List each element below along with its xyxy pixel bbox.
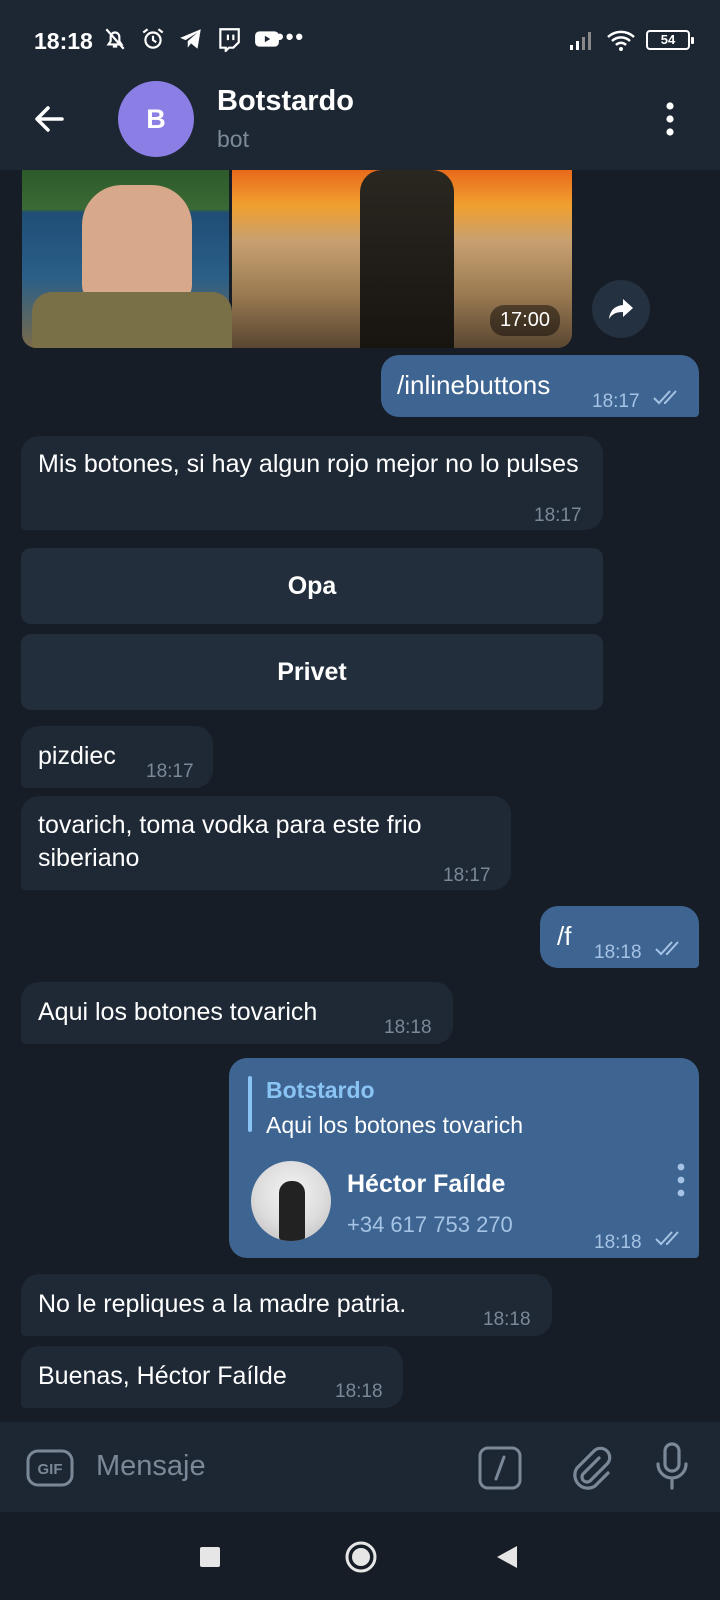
outgoing-message[interactable]: /f 18:18 [540,906,699,968]
incoming-message[interactable]: No le repliques a la madre patria. 18:18 [21,1274,552,1336]
inline-button-opa[interactable]: Opa [21,548,603,624]
photo-figure [82,185,192,305]
message-time: 18:17 [534,505,582,526]
reply-quote-text[interactable]: Aqui los botones tovarich [266,1109,523,1142]
message-time: 18:17 [443,865,491,886]
chat-title[interactable]: Botstardo [217,85,354,118]
message-time: 18:18 [384,1017,432,1038]
outgoing-contact-message[interactable]: Botstardo Aqui los botones tovarich Héct… [229,1058,699,1258]
message-time: 17:00 [489,305,560,336]
photo-figure [360,170,454,348]
recents-button[interactable] [200,1547,220,1567]
reply-sender-name[interactable]: Botstardo [266,1074,375,1107]
message-input-bar: GIF Mensaje [0,1422,720,1512]
contact-avatar[interactable] [251,1161,331,1241]
share-arrow-icon [609,299,633,319]
outgoing-message[interactable]: /inlinebuttons 18:17 [381,355,699,417]
message-input[interactable]: Mensaje [96,1450,206,1483]
back-arrow-icon[interactable] [32,102,66,136]
photo-figure-lower [32,292,232,348]
gif-icon[interactable]: GIF [26,1449,74,1487]
contact-name[interactable]: Héctor Faílde [347,1168,505,1201]
status-time: 18:18 [34,28,93,54]
message-text: /f [557,921,572,951]
chat-avatar[interactable]: B [118,81,194,157]
notification-icons [102,26,280,52]
double-check-icon [655,1231,679,1246]
share-button[interactable] [592,280,650,338]
bot-commands-icon[interactable] [478,1446,522,1490]
paperclip-icon[interactable] [567,1444,613,1490]
contact-photo-figure [279,1181,305,1241]
microphone-icon[interactable] [654,1442,690,1490]
message-time: 18:18 [335,1381,383,1402]
incoming-message[interactable]: pizdiec 18:17 [21,726,213,788]
more-vertical-icon[interactable] [666,102,674,136]
home-button[interactable] [344,1540,378,1574]
photo-album-message[interactable]: 17:00 [22,170,572,348]
system-nav-bar [0,1512,720,1600]
photo-thumbnail[interactable]: 17:00 [232,170,572,348]
message-time: 18:17 [592,391,640,412]
alarm-icon [142,28,164,49]
telegram-icon [180,29,201,49]
twitch-icon [219,28,240,52]
message-time: 18:18 [594,942,642,963]
message-text: /inlinebuttons [397,370,551,400]
contact-phone[interactable]: +34 617 753 270 [347,1208,513,1241]
message-text: Buenas, Héctor Faílde [38,1362,287,1390]
incoming-message[interactable]: Aqui los botones tovarich 18:18 [21,982,453,1044]
message-list[interactable]: 17:00 /inlinebuttons 18:17 Mis botones, … [0,170,720,1422]
message-time: 18:17 [146,761,194,782]
svg-text:GIF: GIF [38,1461,63,1478]
wifi-icon [607,30,635,51]
double-check-icon [653,390,677,405]
more-notifications-icon: ••• [276,24,306,49]
message-text: Mis botones, si hay algun rojo mejor no … [38,450,579,478]
system-back-button[interactable] [495,1544,519,1570]
incoming-message[interactable]: tovarich, toma vodka para este frio sibe… [21,796,511,890]
signal-icon [570,32,591,50]
message-time: 18:18 [483,1309,531,1330]
double-check-icon [655,941,679,956]
contact-more-icon[interactable] [677,1163,685,1197]
bell-off-icon [105,28,125,50]
message-text: pizdiec [38,742,116,770]
status-bar: 18:18 ••• 54 [0,0,720,68]
inline-button-privet[interactable]: Privet [21,634,603,710]
battery-icon: 54 [646,30,694,50]
message-text: tovarich, toma vodka para este frio sibe… [38,811,422,872]
message-text: Aqui los botones tovarich [38,998,318,1026]
chat-header: B Botstardo bot [0,68,720,170]
incoming-message[interactable]: Mis botones, si hay algun rojo mejor no … [21,436,603,530]
chat-subtitle: bot [217,126,249,152]
message-time: 18:18 [594,1232,642,1253]
reply-quote-bar [248,1076,252,1132]
system-indicators: 54 [568,28,694,52]
incoming-message[interactable]: Buenas, Héctor Faílde 18:18 [21,1346,403,1408]
message-text: No le repliques a la madre patria. [38,1290,407,1318]
photo-thumbnail[interactable] [22,170,232,348]
